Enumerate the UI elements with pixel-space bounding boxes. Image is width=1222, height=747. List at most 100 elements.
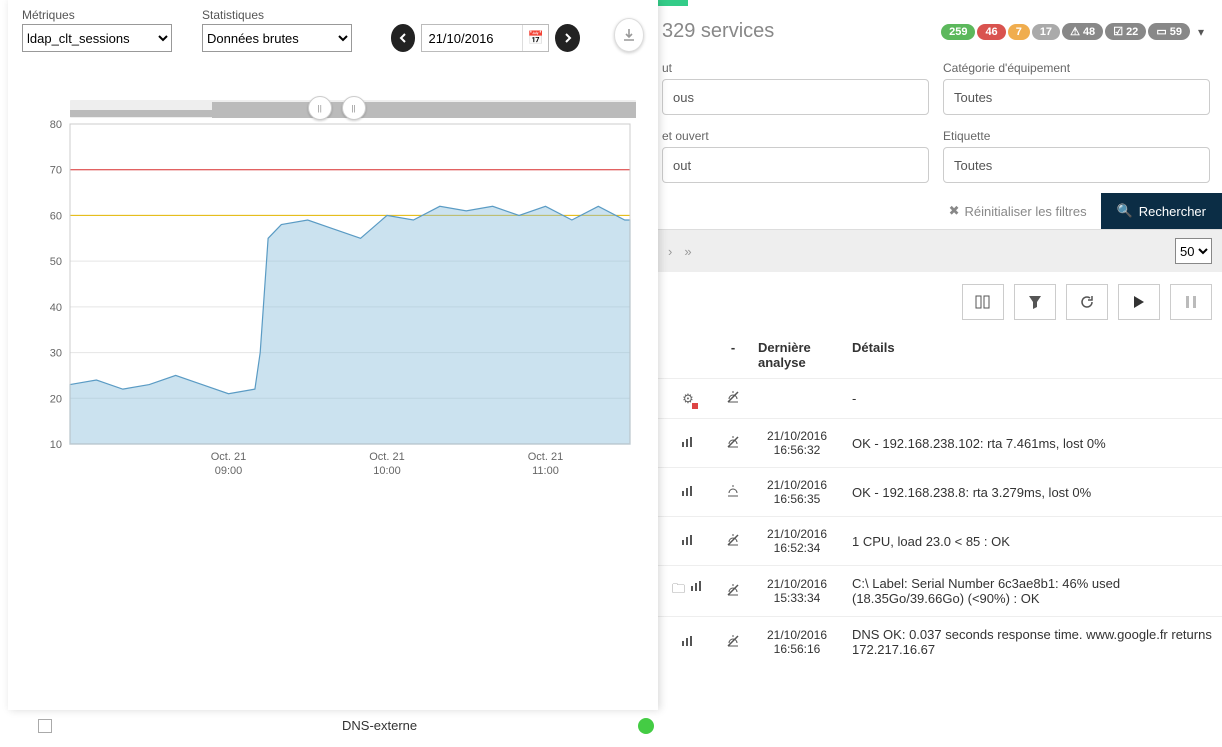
refresh-button[interactable]: [1066, 284, 1108, 320]
pause-button[interactable]: [1170, 284, 1212, 320]
filter-button[interactable]: [1014, 284, 1056, 320]
folder-icon[interactable]: 🗀: [672, 580, 685, 602]
gear-icon[interactable]: ⚙: [682, 391, 694, 407]
reset-filters-button[interactable]: ✖Réinitialiser les filtres: [935, 193, 1101, 229]
columns-button[interactable]: [962, 284, 1004, 320]
table-row[interactable]: 21/10/201616:56:16DNS OK: 0.037 seconds …: [658, 616, 1222, 667]
status-badge[interactable]: 17: [1032, 24, 1060, 40]
metric-label: Métriques: [22, 8, 172, 22]
row-date: 21/10/201616:56:16: [758, 628, 836, 656]
status-badge[interactable]: 46: [977, 24, 1005, 40]
row-date: 21/10/201615:33:34: [758, 577, 836, 605]
row-details: C:\ Label: Serial Number 6c3ae8b1: 46% u…: [836, 576, 1212, 606]
range-handle-left[interactable]: ||: [308, 96, 332, 120]
table-row[interactable]: ⚙-: [658, 378, 1222, 418]
svg-text:Oct. 21: Oct. 21: [528, 451, 563, 463]
table-body: ⚙-21/10/201616:56:32OK - 192.168.238.102…: [658, 378, 1222, 667]
mute-icon[interactable]: [725, 633, 741, 652]
header-dash: -: [708, 340, 758, 370]
row-details: OK - 192.168.238.8: rta 3.279ms, lost 0%: [836, 485, 1212, 500]
service-name: DNS-externe: [342, 718, 417, 733]
controls-row: Métriques ldap_clt_sessions Statistiques…: [22, 8, 644, 52]
chart-icon[interactable]: [681, 436, 695, 451]
status-badges: 25946717⚠48☑22▭59▾: [941, 23, 1210, 40]
svg-text:70: 70: [50, 165, 62, 177]
date-picker[interactable]: 📅: [421, 24, 549, 52]
row-date: 21/10/201616:52:34: [758, 527, 836, 555]
badges-menu-icon[interactable]: ▾: [1192, 25, 1210, 39]
svg-text:80: 80: [50, 119, 62, 131]
filter-category-input[interactable]: [943, 79, 1210, 115]
services-panel: 329 services 25946717⚠48☑22▭59▾ ut Catég…: [658, 0, 1222, 747]
mute-icon[interactable]: [725, 483, 741, 502]
metric-select[interactable]: ldap_clt_sessions: [22, 24, 172, 52]
search-icon: 🔍: [1117, 203, 1133, 219]
row-date: 21/10/201616:56:35: [758, 478, 836, 506]
svg-text:60: 60: [50, 210, 62, 222]
prev-date-button[interactable]: [391, 24, 416, 52]
chart-icon[interactable]: [681, 635, 695, 650]
mute-icon[interactable]: [725, 532, 741, 551]
stat-select[interactable]: Données brutes: [202, 24, 352, 52]
row-date: 21/10/201616:56:32: [758, 429, 836, 457]
filter-tag-input[interactable]: [943, 147, 1210, 183]
mute-icon[interactable]: [725, 582, 741, 601]
stat-label: Statistiques: [202, 8, 352, 22]
next-date-button[interactable]: [555, 24, 580, 52]
svg-text:09:00: 09:00: [215, 465, 243, 477]
svg-text:50: 50: [50, 256, 62, 268]
close-icon: ✖: [949, 203, 960, 219]
status-badge[interactable]: ⚠48: [1062, 23, 1103, 40]
range-navigator[interactable]: || ||: [70, 100, 636, 118]
status-badge[interactable]: 259: [941, 24, 975, 40]
calendar-icon[interactable]: 📅: [522, 25, 548, 51]
table-header: - Dernière analyse Détails: [658, 332, 1222, 378]
row-details: 1 CPU, load 23.0 < 85 : OK: [836, 534, 1212, 549]
filter-status-input[interactable]: [662, 79, 929, 115]
filter-ticket-label: et ouvert: [662, 129, 929, 143]
table-row[interactable]: 21/10/201616:56:35OK - 192.168.238.8: rt…: [658, 467, 1222, 516]
svg-text:40: 40: [50, 302, 62, 314]
mute-icon[interactable]: [725, 389, 741, 408]
status-badge[interactable]: ▭59: [1148, 23, 1190, 40]
pager-next-icon[interactable]: ›: [668, 244, 672, 259]
status-badge[interactable]: 7: [1008, 24, 1030, 40]
chart-icon[interactable]: [681, 485, 695, 500]
filter-tag-label: Etiquette: [943, 129, 1210, 143]
filter-ticket-input[interactable]: [662, 147, 929, 183]
row-details: -: [836, 391, 1212, 406]
main-chart: 10 20 30 40 50 60 70 80 Oct. 21 09:00 Oct. 21 10:00…: [22, 118, 638, 488]
header-lastcheck: Dernière analyse: [758, 340, 836, 370]
chart-icon[interactable]: [681, 534, 695, 549]
svg-text:20: 20: [50, 393, 62, 405]
services-count-title: 329 services: [662, 20, 774, 43]
status-dot-ok: [638, 718, 654, 734]
play-button[interactable]: [1118, 284, 1160, 320]
bottom-row: DNS-externe: [38, 718, 1208, 733]
table-row[interactable]: 21/10/201616:52:341 CPU, load 23.0 < 85 …: [658, 516, 1222, 565]
page-size-select[interactable]: 50: [1175, 238, 1212, 264]
pager-last-icon[interactable]: »: [684, 244, 691, 259]
table-row[interactable]: 🗀 21/10/201615:33:34C:\ Label: Serial Nu…: [658, 565, 1222, 616]
chart-zone: || || 10 20 30 40 50 60 70 80 Oct. 21 09:00 Oct. 2…: [22, 100, 644, 488]
graph-panel: Métriques ldap_clt_sessions Statistiques…: [8, 0, 658, 710]
status-badge[interactable]: ☑22: [1105, 23, 1146, 40]
svg-text:Oct. 21: Oct. 21: [369, 451, 404, 463]
filter-category-label: Catégorie d'équipement: [943, 61, 1210, 75]
chart-icon[interactable]: [690, 580, 704, 602]
table-row[interactable]: 21/10/201616:56:32OK - 192.168.238.102: …: [658, 418, 1222, 467]
header-details: Détails: [836, 340, 1212, 370]
filter-status-label: ut: [662, 61, 929, 75]
svg-text:10: 10: [50, 439, 62, 451]
download-button[interactable]: [614, 18, 644, 52]
svg-text:30: 30: [50, 348, 62, 360]
date-input[interactable]: [422, 25, 522, 51]
svg-text:Oct. 21: Oct. 21: [211, 451, 246, 463]
range-handle-right[interactable]: ||: [342, 96, 366, 120]
svg-text:10:00: 10:00: [373, 465, 401, 477]
search-button[interactable]: 🔍Rechercher: [1101, 193, 1222, 229]
mute-icon[interactable]: [725, 434, 741, 453]
row-checkbox[interactable]: [38, 719, 52, 733]
svg-text:11:00: 11:00: [532, 465, 559, 477]
pager-nav: › »: [668, 244, 692, 259]
